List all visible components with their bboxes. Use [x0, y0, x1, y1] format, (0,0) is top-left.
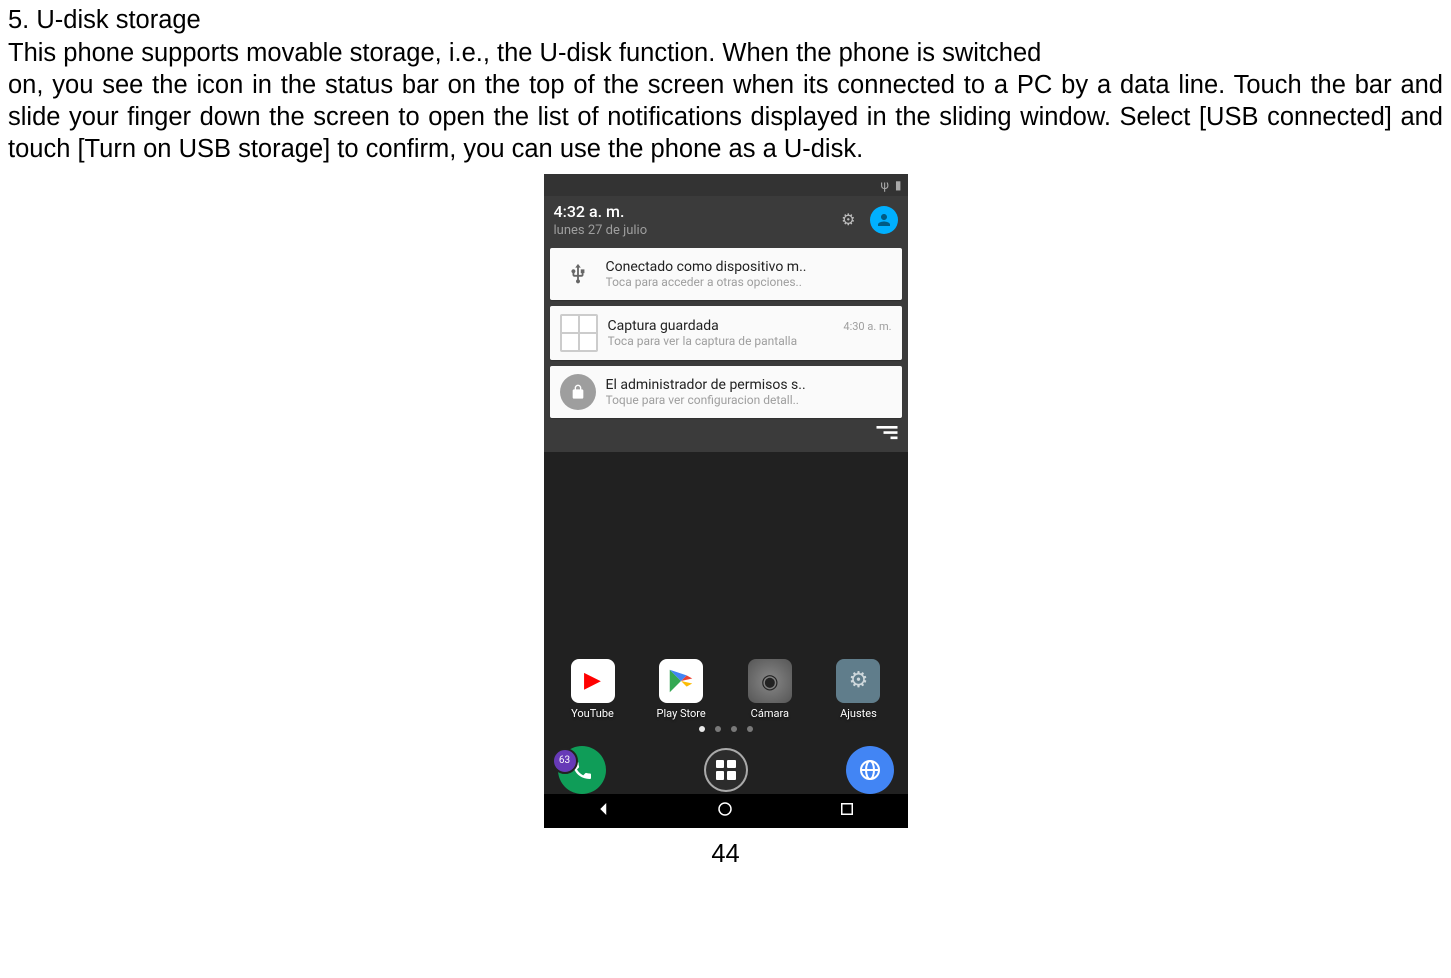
camera-icon: ◉	[748, 659, 792, 703]
dock-phone-holder[interactable]: 63	[558, 746, 606, 794]
app-camera[interactable]: ◉ Cámara	[735, 659, 805, 720]
screenshot-container: ψ ▮ 4:32 a. m. lunes 27 de julio ⚙	[8, 174, 1443, 828]
dot-icon	[715, 726, 721, 732]
notification-title: El administrador de permisos s..	[606, 377, 892, 393]
settings-icon[interactable]: ⚙	[841, 210, 855, 229]
notification-title: Conectado como dispositivo m..	[606, 259, 892, 275]
notification-handle-icon[interactable]	[550, 424, 902, 446]
navigation-bar	[544, 794, 908, 828]
app-drawer-icon[interactable]	[704, 748, 748, 792]
usb-icon	[560, 256, 596, 292]
profile-icon[interactable]	[870, 206, 898, 234]
app-label: Play Store	[657, 707, 706, 720]
lock-icon	[560, 374, 596, 410]
home-screen-area: ▶ YouTube Play Store ◉ Cámara ⚙	[544, 659, 908, 794]
dot-icon	[747, 726, 753, 732]
body-line-1: This phone supports movable storage, i.e…	[8, 37, 1443, 69]
usb-status-icon: ψ	[880, 178, 888, 192]
notification-text: Conectado como dispositivo m.. Toca para…	[606, 259, 892, 289]
recents-icon[interactable]	[838, 800, 856, 822]
app-label: Ajustes	[840, 707, 877, 720]
notification-time: 4:30 a. m.	[843, 318, 891, 333]
page-indicator	[558, 726, 894, 732]
app-row: ▶ YouTube Play Store ◉ Cámara ⚙	[558, 659, 894, 720]
document-page: 5. U-disk storage This phone supports mo…	[0, 6, 1451, 869]
notification-subtitle: Toque para ver configuracion detall..	[606, 393, 892, 407]
screenshot-thumbnail-icon	[560, 314, 598, 352]
notification-text: El administrador de permisos s.. Toque p…	[606, 377, 892, 407]
notification-shade: Conectado como dispositivo m.. Toca para…	[544, 248, 908, 452]
section-heading: 5. U-disk storage	[8, 6, 1443, 35]
notification-subtitle: Toca para acceder a otras opciones..	[606, 275, 892, 289]
notification-header[interactable]: 4:32 a. m. lunes 27 de julio ⚙	[544, 196, 908, 248]
app-youtube[interactable]: ▶ YouTube	[558, 659, 628, 720]
youtube-icon: ▶	[571, 659, 615, 703]
browser-icon[interactable]	[846, 746, 894, 794]
dot-icon	[699, 726, 705, 732]
dock: 63	[558, 746, 894, 794]
clock-time: 4:32 a. m.	[554, 202, 648, 221]
home-icon[interactable]	[716, 800, 734, 822]
battery-icon: ▮	[895, 178, 902, 192]
notification-subtitle: Toca para ver la captura de pantalla	[608, 334, 892, 348]
app-label: Cámara	[751, 707, 789, 720]
notification-title: Captura guardada	[608, 318, 844, 334]
settings-app-icon: ⚙	[836, 659, 880, 703]
phone-screenshot: ψ ▮ 4:32 a. m. lunes 27 de julio ⚙	[544, 174, 908, 828]
play-store-icon	[659, 659, 703, 703]
back-icon[interactable]	[595, 800, 613, 822]
body-paragraph: on, you see the icon in the status bar o…	[8, 69, 1443, 165]
app-play-store[interactable]: Play Store	[646, 659, 716, 720]
header-right: ⚙	[841, 202, 897, 234]
status-bar: ψ ▮	[544, 174, 908, 196]
app-label: YouTube	[571, 707, 614, 720]
clock-date: lunes 27 de julio	[554, 223, 648, 238]
app-settings[interactable]: ⚙ Ajustes	[823, 659, 893, 720]
page-number: 44	[8, 840, 1443, 869]
dot-icon	[731, 726, 737, 732]
notification-usb[interactable]: Conectado como dispositivo m.. Toca para…	[550, 248, 902, 300]
notification-text: Captura guardada 4:30 a. m. Toca para ve…	[608, 318, 892, 348]
notification-screenshot[interactable]: Captura guardada 4:30 a. m. Toca para ve…	[550, 306, 902, 360]
notification-permissions[interactable]: El administrador de permisos s.. Toque p…	[550, 366, 902, 418]
header-left: 4:32 a. m. lunes 27 de julio	[554, 202, 648, 238]
badge: 63	[552, 748, 578, 774]
